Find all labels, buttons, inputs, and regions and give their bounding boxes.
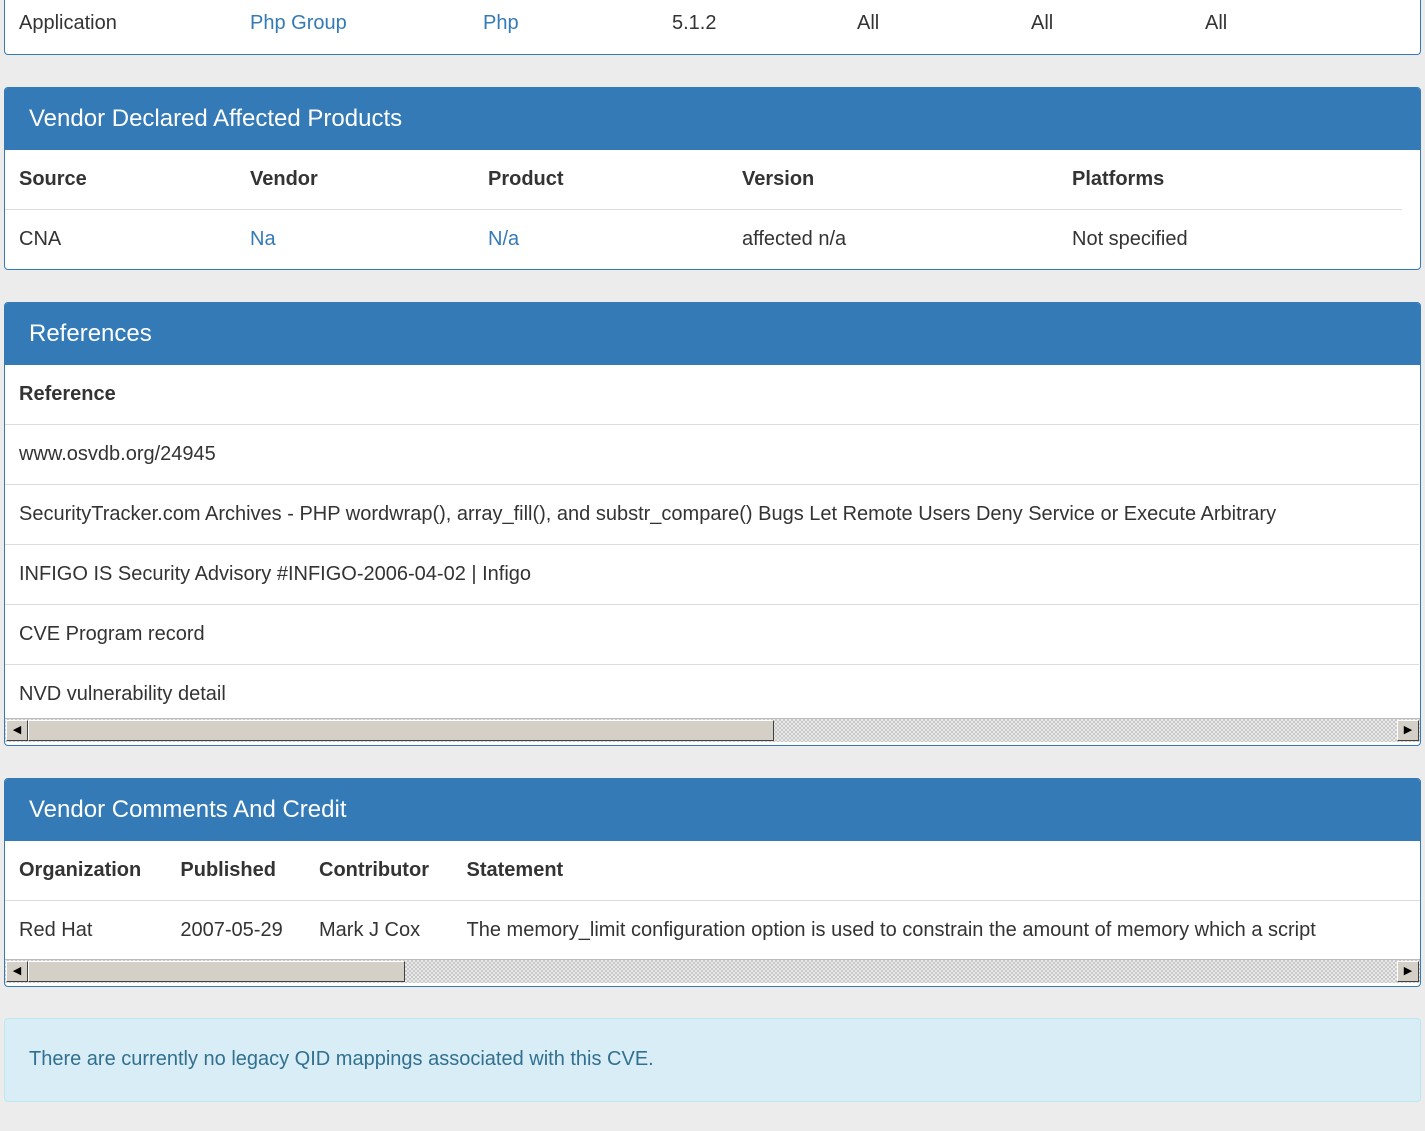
table-header-row: Organization Published Contributor State… — [5, 841, 1420, 901]
version-cell: 5.1.2 — [672, 12, 717, 34]
table-header-row: Reference — [5, 365, 1419, 425]
vendor-link[interactable]: Na — [236, 209, 474, 269]
language-cell: All — [1205, 12, 1228, 34]
contributor-cell: Mark J Cox — [305, 900, 453, 960]
vendor-comments-panel: Vendor Comments And Credit Organization … — [4, 778, 1421, 987]
table-row: Application Php Group Php 5.1.2 All All … — [5, 0, 1385, 53]
panel-title: References — [5, 303, 1420, 365]
table-row: SecurityTracker.com Archives - PHP wordw… — [5, 484, 1419, 545]
column-header: Reference — [5, 365, 1419, 425]
affected-products-table: Source Vendor Product Version Platforms … — [5, 150, 1402, 269]
table-row: Red Hat 2007-05-29 Mark J Cox The memory… — [5, 900, 1420, 960]
scrollbar-thumb[interactable] — [28, 961, 405, 982]
scroll-left-icon[interactable]: ◀ — [6, 961, 28, 982]
reference-link[interactable]: NVD vulnerability detail — [5, 664, 1419, 724]
column-header: Source — [5, 150, 236, 210]
table-row: CVE Program record — [5, 604, 1419, 665]
column-header: Product — [474, 150, 728, 210]
scroll-right-icon[interactable]: ▶ — [1397, 720, 1419, 741]
product-link[interactable]: N/a — [474, 209, 728, 269]
product-link[interactable]: Php — [469, 0, 658, 53]
references-panel: References Reference www.osvdb.org/24945… — [4, 302, 1421, 746]
scroll-right-icon[interactable]: ▶ — [1397, 961, 1419, 982]
table-row: www.osvdb.org/24945 — [5, 424, 1419, 485]
reference-link[interactable]: CVE Program record — [5, 604, 1419, 665]
panel-title: Vendor Comments And Credit — [5, 779, 1420, 841]
reference-link[interactable]: SecurityTracker.com Archives - PHP wordw… — [5, 484, 1419, 545]
column-header: Published — [166, 841, 305, 901]
update-cell: All — [857, 12, 880, 34]
published-cell: 2007-05-29 — [166, 900, 305, 960]
table-row: CNA Na N/a affected n/a Not specified — [5, 209, 1402, 269]
platforms-cell: Not specified — [1058, 209, 1402, 269]
reference-link[interactable]: INFIGO IS Security Advisory #INFIGO-2006… — [5, 544, 1419, 605]
column-header: Contributor — [305, 841, 453, 901]
statement-cell: The memory_limit configuration option is… — [452, 900, 1420, 960]
references-table: Reference www.osvdb.org/24945 SecurityTr… — [5, 365, 1419, 724]
organization-cell: Red Hat — [5, 900, 167, 960]
type-cell: Application — [19, 12, 117, 34]
vendor-link[interactable]: Php Group — [236, 0, 469, 53]
configurations-table: Application Php Group Php 5.1.2 All All … — [5, 0, 1385, 53]
version-cell: affected n/a — [728, 209, 1058, 269]
column-header: Vendor — [236, 150, 474, 210]
qid-mapping-notice: There are currently no legacy QID mappin… — [4, 1018, 1421, 1102]
table-row: INFIGO IS Security Advisory #INFIGO-2006… — [5, 544, 1419, 605]
reference-link[interactable]: www.osvdb.org/24945 — [5, 424, 1419, 485]
column-header: Organization — [5, 841, 167, 901]
vendor-comments-table: Organization Published Contributor State… — [5, 841, 1420, 960]
source-cell: CNA — [5, 209, 236, 269]
column-header: Version — [728, 150, 1058, 210]
horizontal-scrollbar[interactable]: ◀ ▶ — [5, 718, 1420, 742]
column-header: Platforms — [1058, 150, 1402, 210]
panel-title: Vendor Declared Affected Products — [5, 88, 1420, 150]
edition-cell: All — [1031, 12, 1054, 34]
affected-configurations-panel: Application Php Group Php 5.1.2 All All … — [4, 0, 1421, 55]
scrollbar-thumb[interactable] — [28, 720, 774, 741]
scroll-left-icon[interactable]: ◀ — [6, 720, 28, 741]
column-header: Statement — [452, 841, 1420, 901]
table-header-row: Source Vendor Product Version Platforms — [5, 150, 1402, 210]
vendor-affected-products-panel: Vendor Declared Affected Products Source… — [4, 87, 1421, 270]
table-row: NVD vulnerability detail — [5, 664, 1419, 724]
horizontal-scrollbar[interactable]: ◀ ▶ — [5, 959, 1420, 983]
